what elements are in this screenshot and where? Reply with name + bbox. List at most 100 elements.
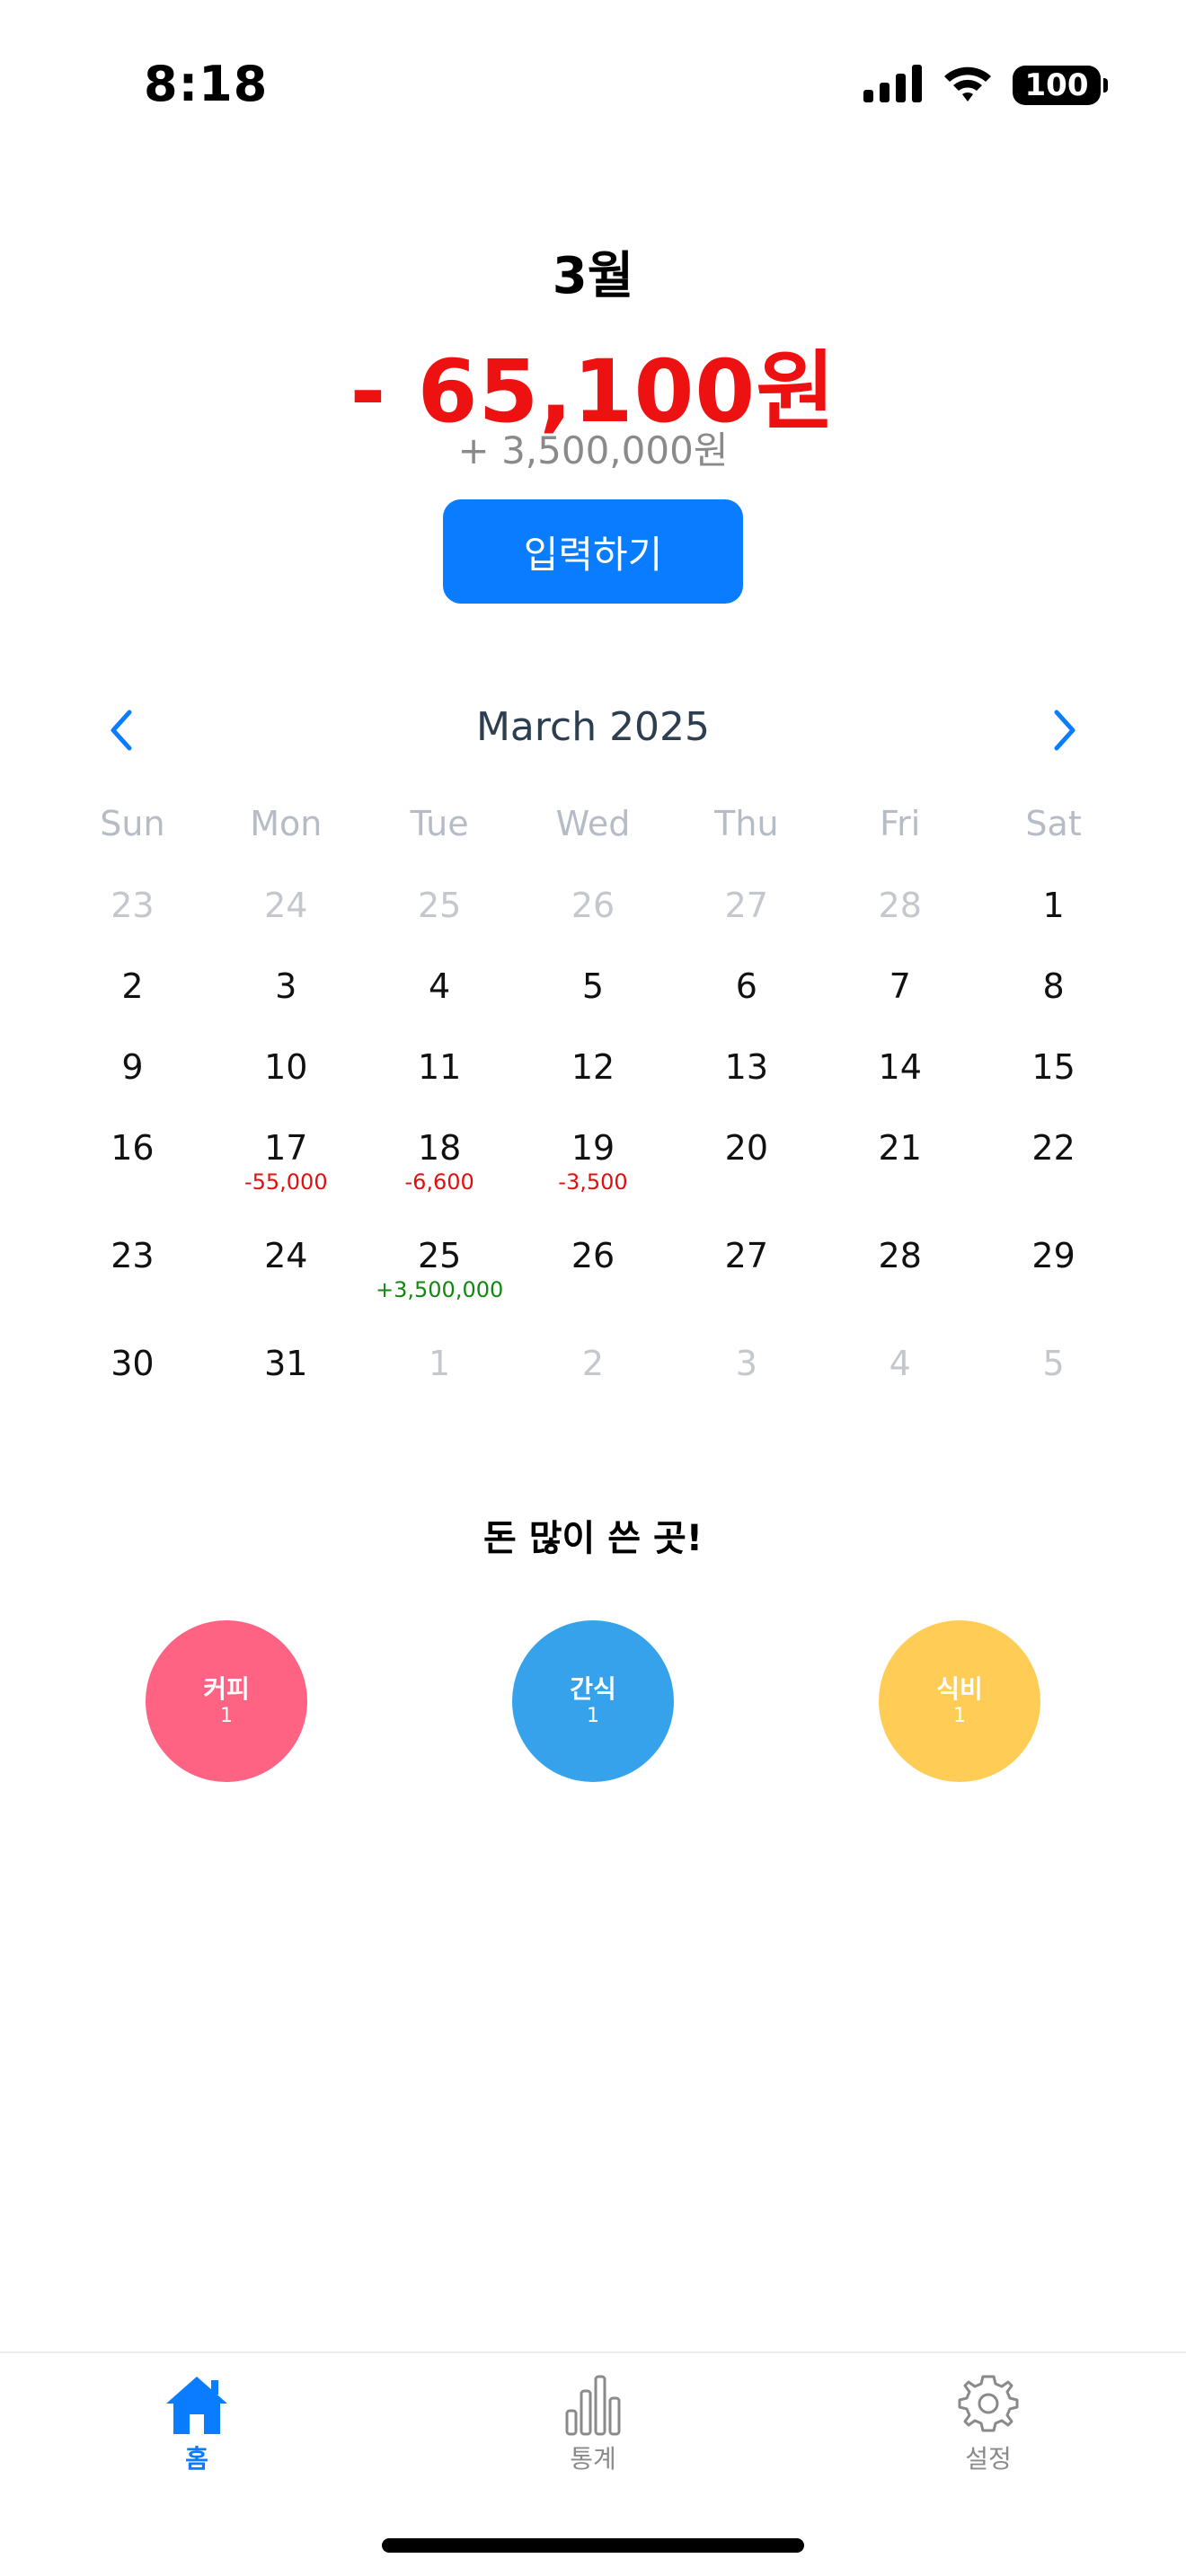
calendar-week-row: 16 17 -55,000 18 -6,600 19 -3,500 20 21 22: [56, 1121, 1130, 1229]
calendar-day-number: 25: [417, 1236, 462, 1275]
calendar-day[interactable]: 17 -55,000: [209, 1121, 363, 1229]
weekday-label: Mon: [250, 804, 323, 843]
category-name: 커피: [203, 1674, 250, 1704]
calendar-week-row: 23 24 25 +3,500,000 26 27 28 29: [56, 1229, 1130, 1337]
calendar-day-number: 17: [264, 1128, 308, 1168]
calendar-day-amount: +3,500,000: [376, 1277, 504, 1302]
category-bubble-food[interactable]: 식비 1: [879, 1620, 1040, 1782]
calendar-day[interactable]: 1: [363, 1337, 517, 1417]
calendar-week-row: 9 10 11 12 13 14 15: [56, 1040, 1130, 1121]
calendar-day[interactable]: 27: [669, 1229, 823, 1337]
calendar-day[interactable]: 18 -6,600: [363, 1121, 517, 1229]
calendar-day[interactable]: 16: [56, 1121, 209, 1229]
calendar-day[interactable]: 4: [363, 959, 517, 1040]
income-total: + 3,500,000원: [457, 428, 729, 472]
calendar-day-number: 28: [878, 1236, 922, 1275]
calendar-day[interactable]: 15: [977, 1040, 1130, 1121]
category-bubble-coffee[interactable]: 커피 1: [146, 1620, 307, 1782]
calendar-day-number: 14: [878, 1047, 922, 1087]
calendar-day[interactable]: 26: [517, 878, 670, 959]
calendar-grid: 23 24 25 26 27 28 1 2 3 4 5 6 7 8 9 10 11 12 13 14 15 16 17 -55…: [56, 878, 1130, 1417]
calendar-day[interactable]: 28: [823, 878, 977, 959]
calendar-day[interactable]: 5: [977, 1337, 1130, 1417]
calendar-day-amount: -55,000: [243, 1169, 328, 1195]
calendar-day[interactable]: 8: [977, 959, 1130, 1040]
calendar-day-number: 7: [889, 966, 911, 1006]
calendar-title: March 2025: [475, 704, 711, 750]
calendar-day[interactable]: 10: [209, 1040, 363, 1121]
calendar-day[interactable]: 30: [56, 1337, 209, 1417]
home-indicator: [382, 2538, 804, 2553]
calendar-day[interactable]: 25: [363, 878, 517, 959]
calendar-day[interactable]: 12: [517, 1040, 670, 1121]
calendar-day[interactable]: 19 -3,500: [517, 1121, 670, 1229]
calendar-day[interactable]: 23: [56, 878, 209, 959]
calendar-day-number: 3: [735, 1344, 757, 1383]
category-count: 1: [953, 1705, 966, 1727]
calendar-day-number: 19: [571, 1128, 615, 1168]
calendar-day[interactable]: 1: [977, 878, 1130, 959]
calendar-day[interactable]: 3: [209, 959, 363, 1040]
category-count: 1: [587, 1705, 599, 1727]
calendar-day[interactable]: 9: [56, 1040, 209, 1121]
calendar-day-number: 5: [1042, 1344, 1065, 1383]
calendar-day[interactable]: 4: [823, 1337, 977, 1417]
calendar-day[interactable]: 21: [823, 1121, 977, 1229]
calendar-day[interactable]: 2: [517, 1337, 670, 1417]
calendar-day[interactable]: 24: [209, 878, 363, 959]
calendar-day-number: 4: [889, 1344, 911, 1383]
calendar-day[interactable]: 11: [363, 1040, 517, 1121]
calendar-day[interactable]: 27: [669, 878, 823, 959]
calendar-day[interactable]: 23: [56, 1229, 209, 1337]
calendar-day-number: 29: [1031, 1236, 1075, 1275]
calendar-day-number: 1: [1042, 886, 1065, 925]
weekday-label: Tue: [410, 804, 469, 843]
calendar-week-row: 2 3 4 5 6 7 8: [56, 959, 1130, 1040]
status-time: 8:18: [144, 56, 269, 112]
calendar-day-amount: -3,500: [558, 1169, 628, 1195]
tab-statistics[interactable]: 통계: [512, 2373, 674, 2475]
status-icons: 100: [863, 64, 1108, 107]
cellular-signal-icon: [863, 65, 923, 106]
tab-home[interactable]: 홈: [116, 2373, 278, 2475]
calendar-day[interactable]: 14: [823, 1040, 977, 1121]
calendar-day[interactable]: 5: [517, 959, 670, 1040]
wifi-icon: [941, 64, 995, 107]
calendar-day[interactable]: 20: [669, 1121, 823, 1229]
calendar-day[interactable]: 3: [669, 1337, 823, 1417]
calendar-day[interactable]: 28: [823, 1229, 977, 1337]
calendar-day-number: 23: [111, 1236, 155, 1275]
calendar-day-number: 27: [724, 1236, 769, 1275]
tab-label: 홈: [185, 2444, 208, 2474]
weekday-label: Sun: [100, 804, 165, 843]
calendar-day-number: 20: [724, 1128, 769, 1168]
calendar-day-number: 16: [111, 1128, 155, 1168]
calendar-day[interactable]: 26: [517, 1229, 670, 1337]
category-bubble-snack[interactable]: 간식 1: [512, 1620, 674, 1782]
calendar-day[interactable]: 7: [823, 959, 977, 1040]
top-spending-title: 돈 많이 쓴 곳!: [482, 1518, 704, 1559]
battery-icon: 100: [1013, 66, 1108, 105]
input-button[interactable]: 입력하기: [443, 499, 743, 604]
status-bar: 8:18 100: [0, 0, 1186, 171]
top-spending-bubbles: 커피 1 간식 1 식비 1: [0, 1620, 1186, 1782]
calendar-day[interactable]: 6: [669, 959, 823, 1040]
calendar-day-amount: -6,600: [404, 1169, 474, 1195]
calendar-day[interactable]: 31: [209, 1337, 363, 1417]
calendar-day-number: 24: [264, 1236, 308, 1275]
calendar-day-number: 9: [121, 1047, 144, 1087]
calendar-day[interactable]: 24: [209, 1229, 363, 1337]
calendar-day-number: 6: [735, 966, 757, 1006]
calendar-day[interactable]: 13: [669, 1040, 823, 1121]
calendar-day[interactable]: 29: [977, 1229, 1130, 1337]
tab-settings[interactable]: 설정: [907, 2373, 1069, 2475]
calendar-day-number: 31: [264, 1344, 308, 1383]
calendar-day[interactable]: 25 +3,500,000: [363, 1229, 517, 1337]
category-count: 1: [220, 1705, 233, 1727]
calendar-day-number: 24: [264, 886, 308, 925]
calendar-day[interactable]: 22: [977, 1121, 1130, 1229]
calendar-day[interactable]: 2: [56, 959, 209, 1040]
next-month-button[interactable]: [1033, 699, 1096, 762]
category-name: 간식: [570, 1674, 616, 1704]
calendar-day-number: 23: [111, 886, 155, 925]
